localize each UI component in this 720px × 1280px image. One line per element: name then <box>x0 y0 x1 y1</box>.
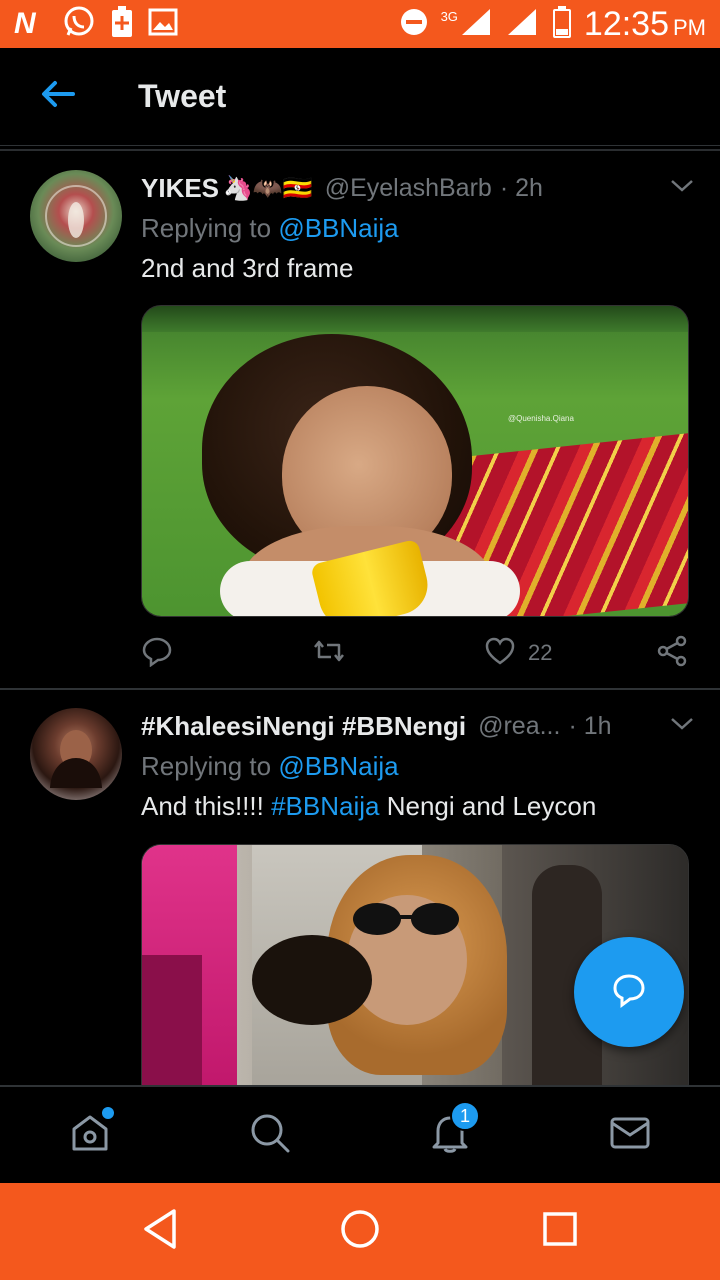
share-button[interactable] <box>655 631 689 675</box>
author-handle[interactable]: @rea... <box>478 712 560 741</box>
square-recents-icon <box>540 1209 580 1254</box>
whatsapp-icon <box>62 5 96 44</box>
system-back-button[interactable] <box>130 1201 190 1261</box>
header-divider <box>0 149 720 151</box>
n-app-icon: N <box>14 7 48 42</box>
photo-watermark: @Quenisha.Qiana <box>508 414 574 423</box>
signal-icon <box>506 7 540 42</box>
chevron-down-icon <box>669 178 695 199</box>
circle-home-icon <box>338 1207 382 1256</box>
like-button[interactable]: 22 <box>484 631 552 675</box>
compose-reply-button[interactable] <box>574 937 684 1047</box>
new-content-dot <box>102 1107 114 1119</box>
app-header: Tweet <box>0 48 720 146</box>
page-title: Tweet <box>138 78 227 114</box>
retweet-button[interactable] <box>311 631 347 675</box>
author-name[interactable]: #KhaleesiNengi #BBNengi <box>141 711 466 742</box>
system-recents-button[interactable] <box>530 1201 590 1261</box>
like-count: 22 <box>528 640 553 665</box>
replying-to: Replying to @BBNaija <box>141 751 399 781</box>
battery-icon <box>552 5 572 44</box>
battery-saver-icon <box>110 5 134 44</box>
back-arrow-icon <box>40 79 76 114</box>
tweet-menu-button[interactable] <box>664 708 700 744</box>
mention-link[interactable]: @BBNaija <box>278 213 398 243</box>
heart-icon <box>484 636 516 671</box>
notification-badge: 1 <box>450 1101 480 1131</box>
signal-icon <box>460 7 494 42</box>
share-icon <box>655 635 689 672</box>
reply-icon <box>609 970 649 1015</box>
tweet-menu-button[interactable] <box>664 170 700 206</box>
back-button[interactable] <box>28 67 88 127</box>
author-name[interactable]: YIKES <box>141 173 219 204</box>
mention-link[interactable]: @BBNaija <box>278 751 398 781</box>
system-nav-bar <box>0 1183 720 1280</box>
reply-button[interactable] <box>141 631 173 675</box>
replying-to: Replying to @BBNaija <box>141 213 399 243</box>
bottom-nav: 1 <box>0 1085 720 1183</box>
triangle-back-icon <box>140 1207 180 1256</box>
network-type-label: 3G <box>440 8 458 24</box>
author-emoji: 🦄🦇🇺🇬 <box>223 174 313 202</box>
reply-icon <box>141 635 173 672</box>
nav-messages[interactable] <box>600 1105 660 1165</box>
nav-home[interactable] <box>60 1105 120 1165</box>
tweet-text: And this!!!! #BBNaija Nengi and Leycon <box>141 791 597 821</box>
search-icon <box>248 1111 292 1160</box>
mail-icon <box>608 1111 652 1160</box>
clock: 12:35 PM <box>583 4 706 43</box>
svg-text:N: N <box>14 7 37 37</box>
tweet-divider <box>0 688 720 690</box>
tweet-photo: @Quenisha.Qiana <box>142 306 688 616</box>
tweet-time: · 2h <box>499 173 543 202</box>
avatar[interactable] <box>30 708 122 800</box>
retweet-icon <box>311 635 347 672</box>
tweet-actions: 22 <box>141 631 691 675</box>
avatar[interactable] <box>30 170 122 262</box>
nav-notifications[interactable]: 1 <box>420 1101 480 1165</box>
tweet-text: 2nd and 3rd frame <box>141 253 354 283</box>
system-home-button[interactable] <box>330 1201 390 1261</box>
author-handle[interactable]: @EyelashBarb <box>325 174 492 203</box>
dnd-icon <box>399 7 429 42</box>
chevron-down-icon <box>669 716 695 737</box>
hashtag-link[interactable]: #BBNaija <box>271 791 379 821</box>
tweet-media[interactable]: @Quenisha.Qiana <box>141 305 689 617</box>
tweet-time: · 1h <box>568 711 612 740</box>
status-bar: N 3G 12:35 PM <box>0 0 720 48</box>
gallery-icon <box>148 7 178 42</box>
nav-search[interactable] <box>240 1105 300 1165</box>
